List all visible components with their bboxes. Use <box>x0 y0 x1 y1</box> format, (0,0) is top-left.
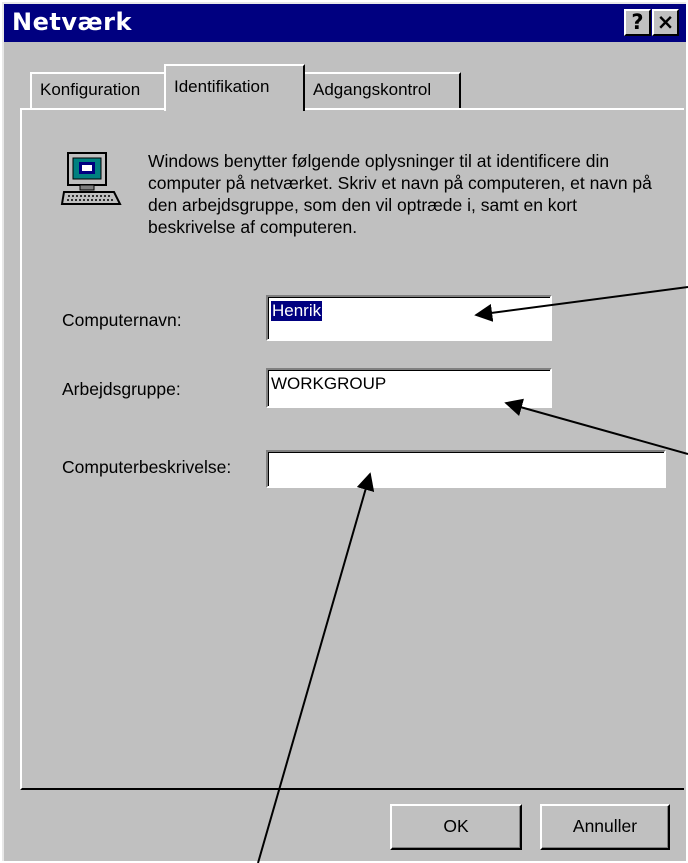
computer-name-value: Henrik <box>271 301 323 321</box>
ok-button-label: OK <box>443 816 469 836</box>
computer-description-label: Computerbeskrivelse: <box>62 457 232 477</box>
description-text: Windows benytter følgende oplysninger ti… <box>148 151 652 237</box>
cancel-button-label: Annuller <box>572 816 638 836</box>
workgroup-input[interactable]: WORKGROUP <box>266 368 552 408</box>
computer-name-label: Computernavn: <box>62 310 182 330</box>
title-bar[interactable]: Netværk ? × <box>4 4 686 42</box>
ok-button[interactable]: OK <box>390 804 522 850</box>
help-button[interactable]: ? <box>624 9 651 36</box>
computer-name-input[interactable]: Henrik <box>266 295 552 341</box>
tab-label: Adgangskontrol <box>313 80 432 99</box>
tab-label: Konfiguration <box>40 80 141 99</box>
close-button[interactable]: × <box>652 9 679 36</box>
workgroup-value: WORKGROUP <box>271 374 387 393</box>
tab-label: Identifikation <box>174 77 270 96</box>
tab-konfiguration[interactable]: Konfiguration <box>30 72 166 109</box>
window-title: Netværk <box>12 8 132 36</box>
tab-identifikation[interactable]: Identifikation <box>164 64 305 111</box>
cancel-button[interactable]: Annuller <box>540 804 670 850</box>
tab-adgangskontrol[interactable]: Adgangskontrol <box>303 72 461 109</box>
computer-network-icon <box>60 152 122 205</box>
workgroup-label: Arbejdsgruppe: <box>62 379 181 399</box>
computer-description-input[interactable] <box>266 450 666 488</box>
